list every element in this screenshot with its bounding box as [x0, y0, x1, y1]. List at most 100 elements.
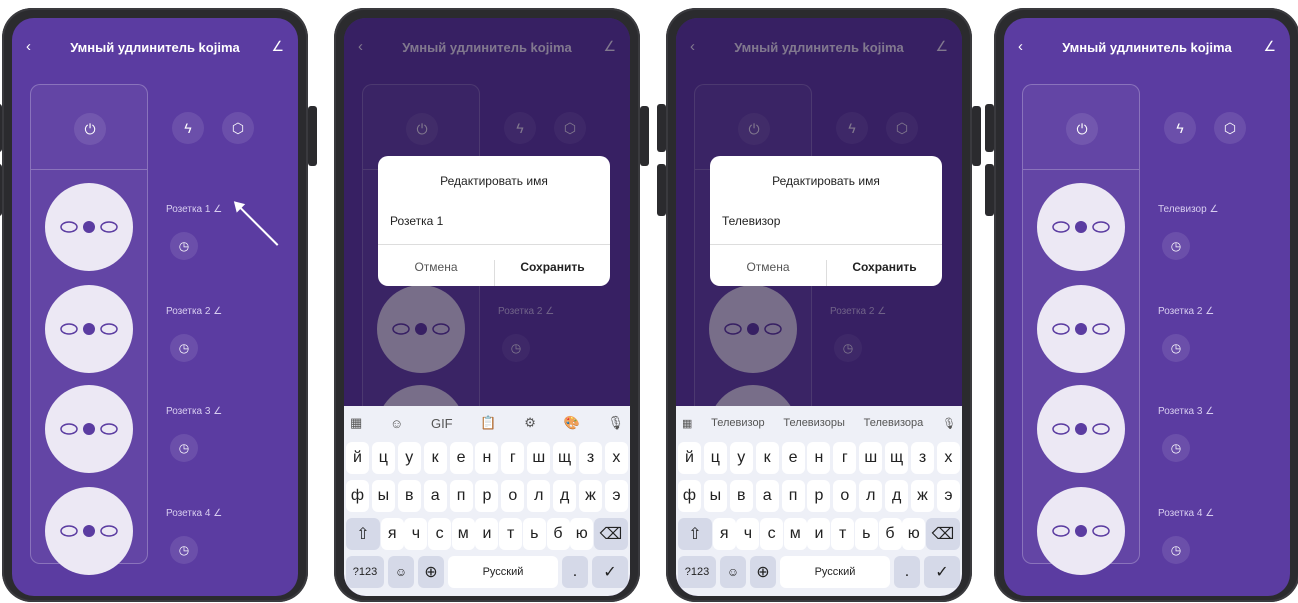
- key-в[interactable]: в: [729, 480, 753, 512]
- clock-icon[interactable]: ◷: [170, 536, 198, 564]
- key-и[interactable]: и: [807, 518, 831, 550]
- key-у[interactable]: у: [729, 442, 753, 474]
- name-input[interactable]: Розетка 1: [390, 214, 443, 228]
- outlet-label-4[interactable]: Розетка 4 ∠: [1158, 508, 1214, 519]
- palette-icon[interactable]: 🎨: [564, 415, 580, 431]
- key-п[interactable]: п: [449, 480, 473, 512]
- shift-icon[interactable]: ⇧: [346, 518, 380, 550]
- key-м[interactable]: м: [783, 518, 807, 550]
- globe-icon[interactable]: ⊕: [750, 556, 776, 588]
- space-key[interactable]: Русский: [780, 556, 890, 588]
- key-м[interactable]: м: [451, 518, 475, 550]
- key-б[interactable]: б: [546, 518, 570, 550]
- key-п[interactable]: п: [781, 480, 805, 512]
- backspace-icon[interactable]: ⌫: [925, 518, 960, 550]
- emoji-icon[interactable]: ☺: [720, 556, 746, 588]
- suggestion[interactable]: Телевизора: [864, 417, 924, 429]
- key-к[interactable]: к: [423, 442, 447, 474]
- socket-1[interactable]: [1037, 183, 1125, 271]
- key-г[interactable]: г: [501, 442, 525, 474]
- key-т[interactable]: т: [499, 518, 523, 550]
- key-о[interactable]: о: [501, 480, 525, 512]
- socket-4[interactable]: [45, 487, 133, 575]
- save-button[interactable]: Сохранить: [494, 260, 610, 286]
- clipboard-icon[interactable]: 📋: [480, 415, 496, 431]
- socket-3[interactable]: [1037, 385, 1125, 473]
- key-з[interactable]: з: [579, 442, 603, 474]
- key-р[interactable]: р: [807, 480, 831, 512]
- key-я[interactable]: я: [380, 518, 404, 550]
- key-л[interactable]: л: [527, 480, 551, 512]
- key-ц[interactable]: ц: [703, 442, 727, 474]
- clock-icon[interactable]: ◷: [1162, 434, 1190, 462]
- lightning-icon[interactable]: ϟ: [172, 112, 204, 144]
- key-д[interactable]: д: [553, 480, 577, 512]
- shift-icon[interactable]: ⇧: [678, 518, 712, 550]
- period-key[interactable]: .: [562, 556, 588, 588]
- power-icon[interactable]: ⏻: [74, 113, 106, 145]
- gif-icon[interactable]: GIF: [431, 416, 453, 431]
- key-й[interactable]: й: [678, 442, 701, 474]
- key-е[interactable]: е: [781, 442, 805, 474]
- key-ф[interactable]: ф: [678, 480, 701, 512]
- key-ы[interactable]: ы: [703, 480, 727, 512]
- key-щ[interactable]: щ: [885, 442, 909, 474]
- clock-icon[interactable]: ◷: [1162, 232, 1190, 260]
- outlet-label-3[interactable]: Розетка 3 ∠: [166, 406, 222, 417]
- settings-icon[interactable]: ⚙: [524, 415, 536, 431]
- key-е[interactable]: е: [449, 442, 473, 474]
- outlet-label-2[interactable]: Розетка 2 ∠: [1158, 306, 1214, 317]
- outlet-label-1[interactable]: Розетка 1 ∠: [166, 204, 222, 215]
- key-щ[interactable]: щ: [553, 442, 577, 474]
- key-я[interactable]: я: [712, 518, 736, 550]
- key-ь[interactable]: ь: [854, 518, 878, 550]
- name-input[interactable]: Телевизор: [722, 214, 780, 228]
- key-э[interactable]: э: [936, 480, 960, 512]
- suggestion[interactable]: Телевизоры: [783, 417, 844, 429]
- space-key[interactable]: Русский: [448, 556, 558, 588]
- edit-icon[interactable]: ∠: [271, 38, 284, 55]
- key-ы[interactable]: ы: [371, 480, 395, 512]
- emoji-icon[interactable]: ☺: [388, 556, 414, 588]
- period-key[interactable]: .: [894, 556, 920, 588]
- outlet-label-3[interactable]: Розетка 3 ∠: [1158, 406, 1214, 417]
- key-н[interactable]: н: [807, 442, 831, 474]
- clock-icon[interactable]: ◷: [170, 232, 198, 260]
- key-ж[interactable]: ж: [911, 480, 935, 512]
- clock-icon[interactable]: ◷: [170, 434, 198, 462]
- key-т[interactable]: т: [831, 518, 855, 550]
- apps-icon[interactable]: ▦: [350, 415, 362, 431]
- key-д[interactable]: д: [885, 480, 909, 512]
- key-с[interactable]: с: [428, 518, 452, 550]
- outlet-label-2[interactable]: Розетка 2 ∠: [166, 306, 222, 317]
- outlet-label-1[interactable]: Телевизор ∠: [1158, 204, 1218, 215]
- save-button[interactable]: Сохранить: [826, 260, 942, 286]
- mic-icon[interactable]: 🎙: [607, 415, 624, 431]
- check-icon[interactable]: ✓: [592, 556, 628, 588]
- key-и[interactable]: и: [475, 518, 499, 550]
- key-ш[interactable]: ш: [859, 442, 883, 474]
- key-х[interactable]: х: [936, 442, 960, 474]
- key-б[interactable]: б: [878, 518, 902, 550]
- apps-icon[interactable]: ▦: [682, 417, 692, 430]
- suggestion[interactable]: Телевизор: [711, 417, 765, 429]
- key-о[interactable]: о: [833, 480, 857, 512]
- outlet-label-4[interactable]: Розетка 4 ∠: [166, 508, 222, 519]
- power-icon[interactable]: ⏻: [1066, 113, 1098, 145]
- cube-icon[interactable]: ⬡: [222, 112, 254, 144]
- key-л[interactable]: л: [859, 480, 883, 512]
- key-ю[interactable]: ю: [570, 518, 594, 550]
- mode-key[interactable]: ?123: [346, 556, 384, 588]
- clock-icon[interactable]: ◷: [1162, 536, 1190, 564]
- socket-4[interactable]: [1037, 487, 1125, 575]
- key-с[interactable]: с: [760, 518, 784, 550]
- key-в[interactable]: в: [397, 480, 421, 512]
- socket-3[interactable]: [45, 385, 133, 473]
- key-ч[interactable]: ч: [736, 518, 760, 550]
- key-х[interactable]: х: [604, 442, 628, 474]
- check-icon[interactable]: ✓: [924, 556, 960, 588]
- mic-icon[interactable]: 🎙: [942, 417, 956, 430]
- key-р[interactable]: р: [475, 480, 499, 512]
- key-а[interactable]: а: [755, 480, 779, 512]
- key-з[interactable]: з: [911, 442, 935, 474]
